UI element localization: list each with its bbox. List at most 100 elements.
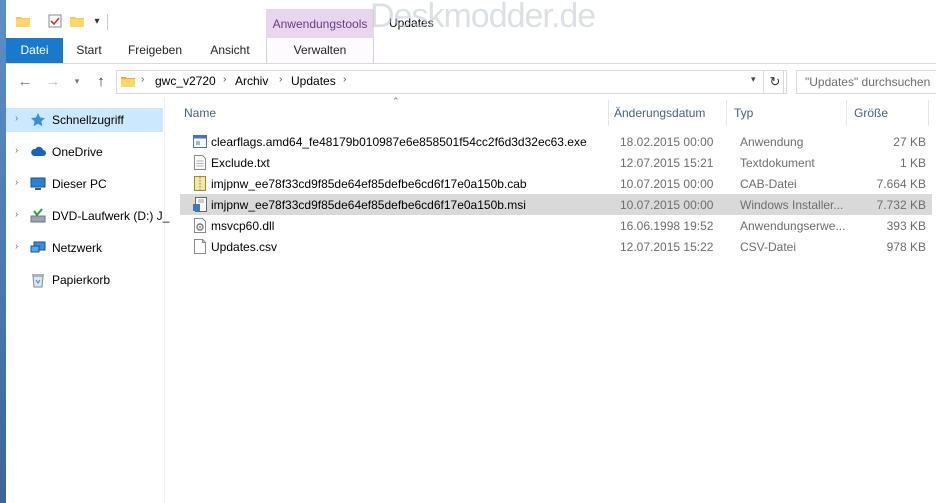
chevron-right-icon[interactable]: › (15, 241, 18, 252)
sidebar-item-dvd-laufwerk[interactable]: › DVD-Laufwerk (D:) J_ (6, 204, 169, 228)
file-row[interactable]: Updates.csv 12.07.2015 15:22 CSV-Datei 9… (180, 236, 932, 257)
csv-file-icon (193, 239, 207, 254)
sidebar-item-label: Schnellzugriff (52, 113, 124, 127)
recycle-bin-icon (30, 272, 46, 288)
computer-icon (30, 176, 46, 192)
star-icon (30, 112, 46, 128)
explorer-window: ▾ Anwendungstools Updates Deskmodder.de … (6, 0, 936, 503)
dvd-drive-icon (30, 208, 46, 224)
file-name: msvcp60.dll (211, 219, 275, 233)
sidebar-item-label: DVD-Laufwerk (D:) J_ (52, 209, 170, 223)
file-date: 10.07.2015 00:00 (620, 177, 714, 191)
breadcrumb-separator-icon[interactable]: › (343, 74, 346, 85)
file-row[interactable]: imjpnw_ee78f33cd9f85de64ef85defbe6cd6f17… (180, 194, 932, 215)
back-arrow-icon[interactable]: ← (16, 72, 34, 90)
tab-start[interactable]: Start (68, 38, 110, 63)
cloud-icon (30, 144, 46, 160)
quick-access-separator (107, 14, 108, 30)
address-row: ← → ▾ ↑ › gwc_v2720 › Archiv › Updates ›… (6, 64, 936, 98)
file-name: Updates.csv (211, 240, 278, 254)
column-header-name[interactable]: Name (184, 98, 216, 128)
tab-verwalten[interactable]: Verwalten (266, 38, 374, 63)
sidebar-item-label: OneDrive (52, 145, 103, 159)
sidebar-item-netzwerk[interactable]: › Netzwerk (6, 236, 163, 260)
file-name: clearflags.amd64_fe48179b010987e6e858501… (211, 135, 587, 149)
sidebar-item-schnellzugriff[interactable]: › Schnellzugriff (6, 108, 163, 132)
breadcrumb-gwc[interactable]: gwc_v2720 (155, 74, 216, 88)
breadcrumb-separator-icon[interactable]: › (279, 74, 282, 85)
dll-file-icon (193, 218, 207, 233)
column-divider[interactable] (928, 100, 929, 126)
folder-icon[interactable] (16, 14, 30, 28)
sidebar-item-label: Dieser PC (52, 177, 107, 191)
recent-locations-chevron-icon[interactable]: ▾ (68, 72, 86, 90)
forward-arrow-icon[interactable]: → (44, 72, 62, 90)
file-size: 27 KB (893, 135, 926, 149)
file-name: imjpnw_ee78f33cd9f85de64ef85defbe6cd6f17… (211, 177, 527, 191)
file-date: 10.07.2015 00:00 (620, 198, 714, 212)
chevron-right-icon[interactable]: › (15, 145, 18, 156)
breadcrumb-separator-icon[interactable]: › (223, 74, 226, 85)
column-divider[interactable] (726, 100, 727, 126)
file-row[interactable]: imjpnw_ee78f33cd9f85de64ef85defbe6cd6f17… (180, 173, 932, 194)
file-name: Exclude.txt (211, 156, 270, 170)
network-icon (30, 240, 46, 256)
sidebar-item-label: Netzwerk (52, 241, 103, 255)
column-divider[interactable] (846, 100, 847, 126)
customize-toolbar-icon[interactable]: ▾ (90, 14, 104, 28)
file-size: 7.732 KB (876, 198, 926, 212)
cab-file-icon (193, 176, 207, 191)
address-bar[interactable]: › gwc_v2720 › Archiv › Updates › ▾ (116, 70, 784, 94)
ribbon-tabs: Datei Start Freigeben Ansicht Verwalten (6, 38, 936, 64)
breadcrumb-archiv[interactable]: Archiv (235, 74, 268, 88)
file-date: 16.06.1998 19:52 (620, 219, 714, 233)
chevron-right-icon[interactable]: › (15, 177, 18, 188)
column-header-type[interactable]: Typ (734, 98, 753, 128)
text-file-icon (193, 155, 207, 170)
navigation-pane: › Schnellzugriff › OneDrive › Dieser PC … (6, 98, 169, 503)
tab-ansicht[interactable]: Ansicht (202, 38, 258, 63)
column-header-date[interactable]: Änderungsdatum (614, 98, 705, 128)
file-size: 7.664 KB (876, 177, 926, 191)
sidebar-item-label: Papierkorb (52, 273, 111, 287)
file-type: Textdokument (740, 156, 815, 170)
column-header-size[interactable]: Größe (854, 98, 888, 128)
column-divider[interactable] (608, 100, 609, 126)
new-folder-icon[interactable] (70, 14, 84, 28)
file-row[interactable]: clearflags.amd64_fe48179b010987e6e858501… (180, 131, 932, 152)
address-dropdown-icon[interactable]: ▾ (751, 74, 756, 85)
tab-freigeben[interactable]: Freigeben (124, 38, 186, 63)
file-date: 12.07.2015 15:22 (620, 240, 714, 254)
file-type: Anwendung (740, 135, 804, 149)
title-bar: ▾ Anwendungstools Updates Deskmodder.de (6, 0, 936, 38)
sidebar-item-onedrive[interactable]: › OneDrive (6, 140, 163, 164)
up-arrow-icon[interactable]: ↑ (92, 72, 110, 90)
file-size: 393 KB (886, 219, 926, 233)
file-name: imjpnw_ee78f33cd9f85de64ef85defbe6cd6f17… (211, 198, 526, 212)
search-input[interactable]: "Updates" durchsuchen (796, 70, 936, 94)
breadcrumb-separator-icon[interactable]: › (141, 74, 144, 85)
window-title: Updates (389, 16, 434, 30)
msi-file-icon (193, 197, 207, 212)
file-row[interactable]: msvcp60.dll 16.06.1998 19:52 Anwendungse… (180, 215, 932, 236)
sidebar-item-papierkorb[interactable]: Papierkorb (6, 268, 163, 292)
chevron-right-icon[interactable]: › (15, 113, 18, 124)
chevron-right-icon[interactable]: › (15, 209, 18, 220)
file-size: 1 KB (899, 156, 926, 170)
file-type: CSV-Datei (740, 240, 797, 254)
file-type: Anwendungserwe... (740, 219, 846, 233)
breadcrumb-updates[interactable]: Updates (291, 74, 336, 88)
tab-datei[interactable]: Datei (6, 38, 63, 63)
sidebar-item-dieser-pc[interactable]: › Dieser PC (6, 172, 163, 196)
properties-icon[interactable] (48, 14, 62, 28)
file-type: CAB-Datei (740, 177, 797, 191)
file-type: Windows Installer... (740, 198, 844, 212)
exe-file-icon (193, 134, 207, 149)
sort-ascending-icon: ⌃ (392, 96, 400, 106)
refresh-icon[interactable]: ↻ (763, 70, 787, 94)
file-date: 12.07.2015 15:21 (620, 156, 714, 170)
file-size: 978 KB (886, 240, 926, 254)
file-list: ⌃ Name Änderungsdatum Typ Größe clearfla… (172, 96, 936, 503)
file-date: 18.02.2015 00:00 (620, 135, 714, 149)
file-row[interactable]: Exclude.txt 12.07.2015 15:21 Textdokumen… (180, 152, 932, 173)
